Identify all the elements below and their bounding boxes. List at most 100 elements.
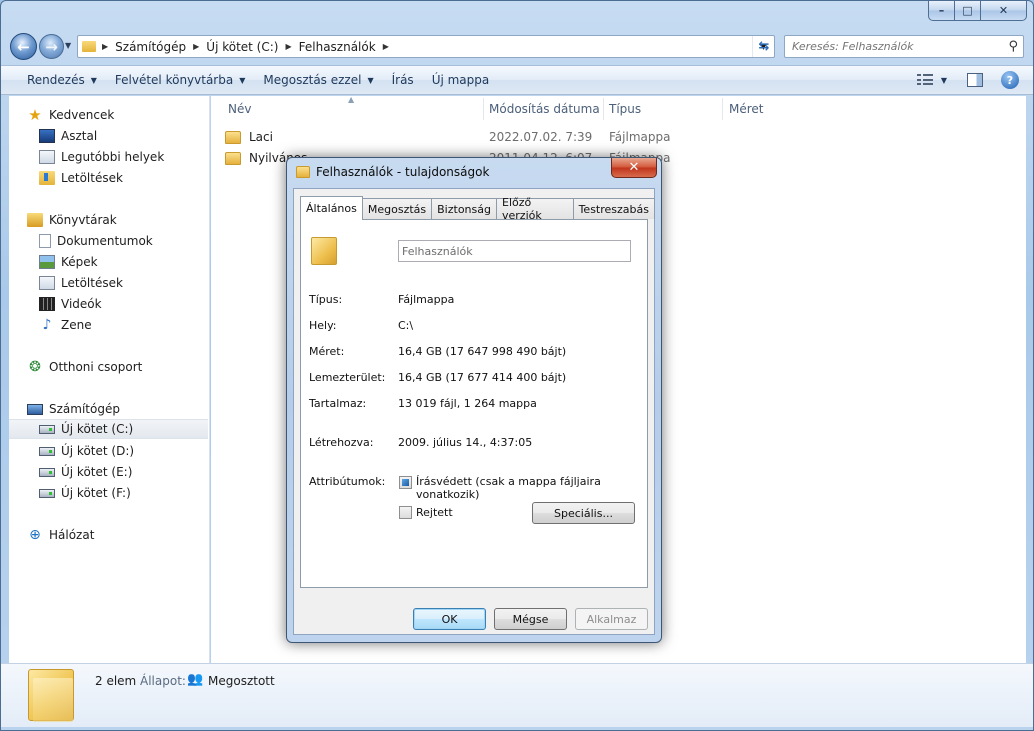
libraries-icon xyxy=(27,213,43,227)
sidebar-label: Könyvtárak xyxy=(49,213,117,227)
tab-previous-versions[interactable]: Előző verziók xyxy=(496,196,574,222)
address-bar[interactable]: ▶ Számítógép ▶ Új kötet (C:) ▶ Felhaszná… xyxy=(77,35,775,58)
command-bar-right: ▼ ? xyxy=(916,66,1033,94)
sidebar-item-library-downloads[interactable]: Letöltések xyxy=(39,273,123,293)
downloads-folder-icon xyxy=(39,171,55,185)
refresh-icon: ⇆ xyxy=(758,39,770,54)
column-label: Típus xyxy=(609,102,642,116)
tab-security[interactable]: Biztonság xyxy=(431,198,497,219)
documents-icon xyxy=(39,234,51,248)
hidden-checkbox[interactable] xyxy=(399,506,412,519)
sidebar-item-pictures[interactable]: Képek xyxy=(39,252,98,272)
readonly-checkbox[interactable] xyxy=(399,476,412,489)
sidebar-item-favorites[interactable]: ★ Kedvencek xyxy=(27,105,114,125)
chevron-right-icon[interactable]: ▶ xyxy=(285,42,291,51)
apply-button[interactable]: Alkalmaz xyxy=(575,608,648,630)
close-button[interactable]: ✕ xyxy=(981,1,1027,21)
forward-button[interactable]: → xyxy=(39,34,64,59)
search-input[interactable] xyxy=(792,40,992,53)
hidden-label[interactable]: Rejtett xyxy=(416,506,453,519)
dialog-close-button[interactable]: ✕ xyxy=(611,158,657,178)
advanced-button[interactable]: Speciális... xyxy=(532,502,635,524)
help-icon[interactable]: ? xyxy=(1001,71,1019,89)
caption-buttons: – □ ✕ xyxy=(928,1,1027,21)
item-count: 2 elem xyxy=(95,674,137,688)
new-folder-label: Új mappa xyxy=(431,73,490,87)
sidebar-item-drive-e[interactable]: Új kötet (E:) xyxy=(39,462,132,482)
share-with-menu[interactable]: Megosztás ezzel ▼ xyxy=(254,66,382,94)
sidebar-item-homegroup[interactable]: ❂ Otthoni csoport xyxy=(27,357,142,377)
tab-general[interactable]: Általános xyxy=(300,196,363,220)
file-type: Fájlmappa xyxy=(609,130,671,144)
column-header-modified[interactable]: Módosítás dátuma xyxy=(489,96,600,122)
burn-button[interactable]: Írás xyxy=(383,66,423,94)
dialog-title: Felhasználók - tulajdonságok xyxy=(316,165,490,179)
search-box[interactable]: ⚲ xyxy=(784,35,1024,58)
pictures-icon xyxy=(39,255,55,269)
minimize-button[interactable]: – xyxy=(928,1,955,21)
cancel-button[interactable]: Mégse xyxy=(494,608,567,630)
sidebar-item-recent-places[interactable]: Legutóbbi helyek xyxy=(39,147,164,167)
breadcrumb-computer[interactable]: Számítógép xyxy=(115,40,186,54)
sidebar-item-videos[interactable]: Videók xyxy=(39,294,102,314)
column-label: Módosítás dátuma xyxy=(489,102,600,116)
column-divider[interactable] xyxy=(603,98,604,120)
chevron-right-icon[interactable]: ▶ xyxy=(193,42,199,51)
sidebar-item-drive-c[interactable]: Új kötet (C:) xyxy=(9,419,208,439)
ok-button[interactable]: OK xyxy=(413,608,486,630)
organize-menu[interactable]: Rendezés ▼ xyxy=(1,66,106,94)
sidebar-item-drive-f[interactable]: Új kötet (F:) xyxy=(39,483,131,503)
created-value: 2009. július 14., 4:37:05 xyxy=(398,436,533,449)
folder-name-field[interactable] xyxy=(398,240,631,262)
sidebar-item-desktop[interactable]: Asztal xyxy=(39,126,97,146)
sidebar-item-drive-d[interactable]: Új kötet (D:) xyxy=(39,441,134,461)
dialog-title-bar[interactable]: Felhasználók - tulajdonságok xyxy=(296,165,489,179)
tab-strip: Általános Megosztás Biztonság Előző verz… xyxy=(300,196,655,222)
sidebar-item-music[interactable]: ♪ Zene xyxy=(39,315,92,335)
folder-icon xyxy=(225,151,241,165)
view-details-icon xyxy=(916,74,933,86)
tab-sharing[interactable]: Megosztás xyxy=(361,198,433,219)
change-view-button[interactable]: ▼ xyxy=(916,74,947,86)
sidebar-item-computer[interactable]: Számítógép xyxy=(27,399,120,419)
column-divider[interactable] xyxy=(722,98,723,120)
new-folder-button[interactable]: Új mappa xyxy=(423,66,499,94)
sidebar-item-documents[interactable]: Dokumentumok xyxy=(39,231,153,251)
breadcrumb-drive-c[interactable]: Új kötet (C:) xyxy=(206,40,278,54)
include-library-label: Felvétel könyvtárba xyxy=(114,73,234,87)
navigation-pane: ★ Kedvencek Asztal Legutóbbi helyek Letö… xyxy=(9,96,210,663)
sidebar-item-libraries[interactable]: Könyvtárak xyxy=(27,210,117,230)
breadcrumb-users[interactable]: Felhasználók xyxy=(299,40,376,54)
maximize-button[interactable]: □ xyxy=(955,1,981,21)
attributes-label: Attribútumok: xyxy=(309,475,386,488)
preview-pane-icon[interactable] xyxy=(967,73,983,87)
burn-label: Írás xyxy=(391,73,414,87)
file-row[interactable]: Laci 2022.07.02. 7:39 Fájlmappa xyxy=(225,127,695,147)
drive-icon xyxy=(39,467,55,477)
star-icon: ★ xyxy=(28,106,42,124)
size-value: 16,4 GB (17 647 998 490 bájt) xyxy=(398,345,567,358)
music-note-icon: ♪ xyxy=(42,317,52,333)
tab-customize[interactable]: Testreszabás xyxy=(572,198,655,219)
column-header-type[interactable]: Típus xyxy=(609,96,641,122)
column-header-name[interactable]: Név xyxy=(228,96,251,122)
network-icon: ⊕ xyxy=(29,527,41,543)
chevron-right-icon[interactable]: ▶ xyxy=(102,42,108,51)
chevron-right-icon[interactable]: ▶ xyxy=(383,42,389,51)
refresh-button[interactable]: ⇆ xyxy=(753,36,775,57)
column-header-size[interactable]: Méret xyxy=(729,96,764,122)
navigation-row: ← → ▼ ▶ Számítógép ▶ Új kötet (C:) ▶ Fel… xyxy=(1,29,1033,65)
sidebar-label: Új kötet (D:) xyxy=(61,444,135,458)
search-icon[interactable]: ⚲ xyxy=(1008,39,1018,54)
back-button[interactable]: ← xyxy=(10,33,37,60)
sidebar-label: Képek xyxy=(61,255,98,269)
recent-pages-dropdown[interactable]: ▼ xyxy=(65,41,71,50)
back-arrow-icon: ← xyxy=(17,37,30,56)
sidebar-item-network[interactable]: ⊕ Hálózat xyxy=(27,525,94,545)
column-divider[interactable] xyxy=(483,98,484,120)
chevron-down-icon: ▼ xyxy=(90,75,97,85)
sidebar-item-downloads[interactable]: Letöltések xyxy=(39,168,123,188)
readonly-label[interactable]: Írásvédett (csak a mappa fájljaira vonat… xyxy=(416,475,647,501)
column-label: Név xyxy=(228,102,252,116)
include-in-library-menu[interactable]: Felvétel könyvtárba ▼ xyxy=(106,66,254,94)
